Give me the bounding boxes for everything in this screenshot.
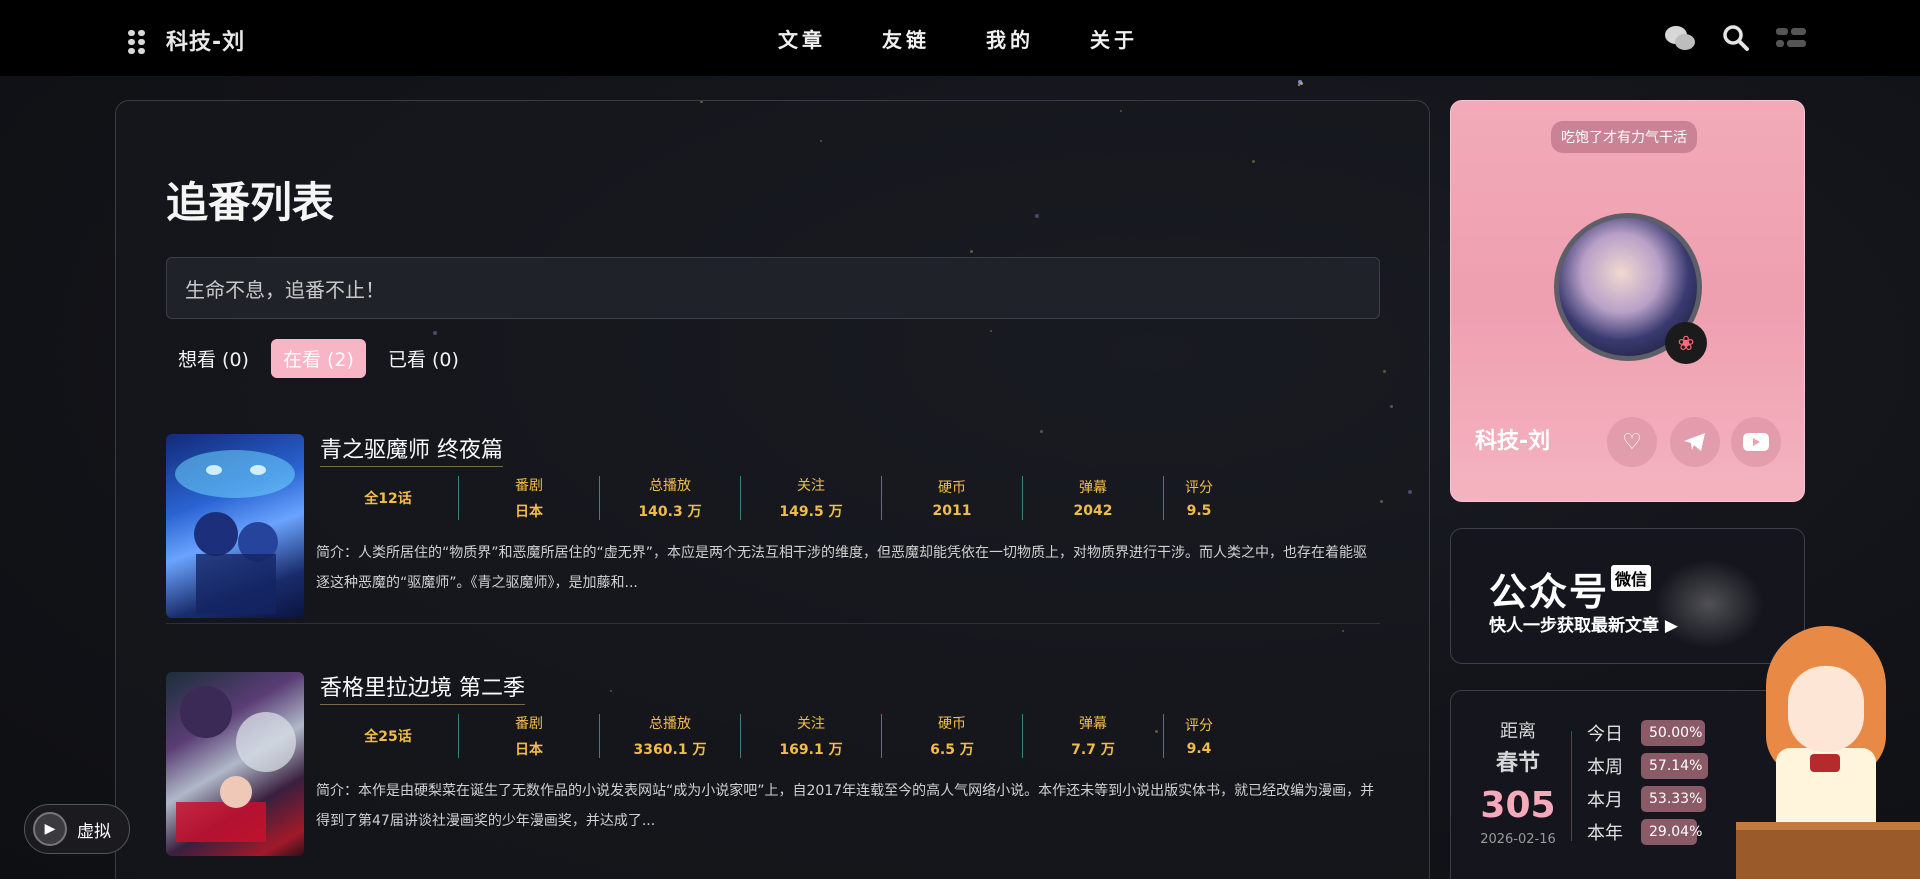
virtual-label: 虚拟	[77, 821, 111, 842]
menu-icon[interactable]	[1776, 26, 1806, 54]
anime-title[interactable]: 青之驱魔师 终夜篇	[320, 432, 503, 467]
anime-cover[interactable]	[166, 434, 304, 618]
main-nav: 文章 友链 我的 关于	[778, 24, 1138, 53]
mascot-face	[1788, 666, 1864, 752]
nav-item-about[interactable]: 关于	[1090, 24, 1138, 53]
mascot-bow	[1810, 754, 1840, 772]
stat-score: 评分 9.4	[1185, 718, 1213, 757]
progress-row-month: 本月 53.33%	[1587, 785, 1708, 812]
anime-stats: 全12话 番剧 日本 总播放 140.3 万 关注 149.5 万 硬币 2011 弹幕…	[318, 476, 1234, 520]
countdown-days: 305	[1480, 785, 1556, 826]
tab-watched[interactable]: 已看 (0)	[376, 339, 471, 378]
progress-bar: 53.33%	[1641, 785, 1706, 812]
virtual-button[interactable]: ▶ 虚拟	[24, 804, 130, 854]
site-name[interactable]: 科技-刘	[166, 24, 245, 56]
play-icon: ▶	[33, 812, 67, 846]
list-item[interactable]: 青之驱魔师 终夜篇 全12话 番剧 日本 总播放 140.3 万 关注 149.5 万…	[166, 434, 1380, 634]
youtube-icon[interactable]	[1731, 417, 1781, 467]
stat-danmaku: 弹幕 2042	[1023, 476, 1164, 520]
stat-coins: 硬币 2011	[882, 476, 1023, 520]
divider	[1571, 731, 1572, 841]
stat-plays: 总播放 3360.1 万	[600, 714, 741, 758]
progress-row-today: 今日 50.00%	[1587, 719, 1708, 746]
tab-watching[interactable]: 在看 (2)	[270, 339, 366, 378]
stat-type: 番剧 日本	[459, 714, 600, 758]
nav-item-mine[interactable]: 我的	[986, 24, 1034, 53]
wechat-icon[interactable]	[1664, 24, 1696, 56]
nav-item-articles[interactable]: 文章	[778, 24, 826, 53]
stat-follows: 关注 169.1 万	[741, 714, 882, 758]
anime-title[interactable]: 香格里拉边境 第二季	[320, 670, 525, 705]
search-icon[interactable]	[1722, 24, 1750, 56]
list-item[interactable]: 香格里拉边境 第二季 全25话 番剧 日本 总播放 3360.1 万 关注 169.1…	[166, 672, 1380, 872]
status-tabs: 想看 (0) 在看 (2) 已看 (0)	[166, 339, 471, 378]
countdown-date: 2026-02-16	[1480, 832, 1556, 847]
wechat-subtitle: 快人一步获取最新文章 ▶	[1489, 616, 1678, 636]
stat-follows: 关注 149.5 万	[741, 476, 882, 520]
stat-danmaku: 弹幕 7.7 万	[1023, 714, 1164, 758]
progress-bar: 50.00%	[1641, 719, 1705, 746]
motto-badge: 吃饱了才有力气干活	[1551, 121, 1697, 153]
brand[interactable]: 科技-刘	[128, 24, 245, 56]
mascot-desk	[1736, 822, 1920, 879]
countdown-summary: 距离 春节 305 2026-02-16	[1475, 717, 1561, 847]
header-actions	[1664, 24, 1806, 56]
rose-icon: ❀	[1665, 322, 1707, 364]
progress-row-year: 本年 29.04%	[1587, 818, 1708, 845]
avatar[interactable]: ❀	[1554, 213, 1707, 364]
anime-description: 简介：本作是由硬梨菜在诞生了无数作品的小说发表网站“成为小说家吧”上，自2017…	[316, 783, 1375, 829]
top-navbar: 科技-刘 文章 友链 我的 关于	[0, 0, 1920, 76]
profile-name: 科技-刘	[1475, 429, 1551, 454]
stat-plays: 总播放 140.3 万	[600, 476, 741, 520]
apps-grid-icon[interactable]	[128, 30, 146, 54]
heart-icon[interactable]: ♡	[1607, 417, 1657, 467]
progress-list: 今日 50.00% 本周 57.14% 本月 53.33% 本年 29.04%	[1587, 719, 1708, 851]
wechat-title: 公众号	[1489, 570, 1610, 614]
wechat-tag: 微信	[1611, 565, 1652, 591]
divider	[166, 623, 1380, 624]
profile-card: 吃饱了才有力气干活 ❀ 科技-刘 ♡	[1450, 100, 1805, 502]
episodes: 全12话	[318, 476, 459, 520]
countdown-event: 春节	[1495, 751, 1540, 776]
stat-type: 番剧 日本	[459, 476, 600, 520]
telegram-icon[interactable]	[1670, 417, 1720, 467]
nav-item-links[interactable]: 友链	[882, 24, 930, 53]
episodes: 全25话	[318, 714, 459, 758]
progress-row-week: 本周 57.14%	[1587, 752, 1708, 779]
bangumi-card: 追番列表 生命不息，追番不止！ 想看 (0) 在看 (2) 已看 (0) 青之驱…	[115, 100, 1430, 879]
progress-bar: 29.04%	[1641, 818, 1702, 845]
tab-want-to-watch[interactable]: 想看 (0)	[166, 339, 261, 378]
countdown-label: 距离	[1500, 721, 1536, 742]
live2d-mascot[interactable]	[1736, 626, 1920, 879]
page-title: 追番列表	[166, 178, 335, 227]
stat-score: 评分 9.5	[1185, 480, 1213, 519]
anime-description: 简介：人类所居住的“物质界”和恶魔所居住的“虚无界”，本应是两个无法互相干涉的维…	[316, 545, 1368, 591]
progress-bar: 57.14%	[1641, 752, 1708, 779]
anime-stats: 全25话 番剧 日本 总播放 3360.1 万 关注 169.1 万 硬币 6.5 万 …	[318, 714, 1234, 758]
stat-coins: 硬币 6.5 万	[882, 714, 1023, 758]
anime-cover[interactable]	[166, 672, 304, 856]
search-input[interactable]: 生命不息，追番不止！	[166, 257, 1380, 319]
